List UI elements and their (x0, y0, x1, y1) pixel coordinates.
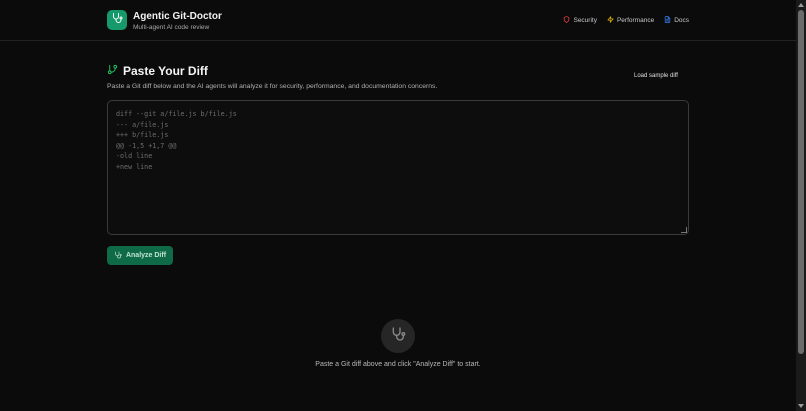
section-title: Paste Your Diff (107, 64, 208, 78)
scrollbar-thumb[interactable] (798, 10, 804, 354)
file-text-icon (664, 16, 671, 25)
nav-item-label: Security (573, 17, 597, 24)
empty-state-icon-container (381, 319, 415, 353)
scroll-up-arrow-icon[interactable] (798, 3, 804, 7)
empty-state-message: Paste a Git diff above and click "Analyz… (315, 361, 481, 368)
header-nav: Security Performance Docs (563, 16, 689, 25)
app-page: Agentic Git-Doctor Multi-agent AI code r… (0, 0, 796, 411)
shield-icon (563, 16, 570, 25)
load-sample-diff-button[interactable]: Load sample diff (634, 73, 678, 79)
section-title-text: Paste Your Diff (123, 64, 208, 78)
zap-icon (607, 16, 614, 25)
app-logo (107, 10, 127, 30)
git-branch-icon (107, 64, 118, 78)
app-subtitle: Multi-agent AI code review (133, 24, 210, 31)
analyze-diff-button[interactable]: Analyze Diff (107, 246, 173, 265)
diff-placeholder: diff --git a/file.js b/file.js --- a/fil… (116, 110, 237, 171)
nav-item-label: Docs (674, 17, 689, 24)
app-title: Agentic Git-Doctor (133, 11, 222, 22)
nav-item-performance[interactable]: Performance (607, 16, 654, 25)
nav-item-security[interactable]: Security (563, 16, 597, 25)
vertical-scrollbar[interactable] (796, 0, 806, 411)
analyze-diff-label: Analyze Diff (125, 252, 167, 259)
nav-item-label: Performance (616, 17, 655, 24)
stethoscope-icon (114, 251, 122, 261)
stethoscope-icon (111, 11, 123, 29)
app-header: Agentic Git-Doctor Multi-agent AI code r… (0, 0, 796, 41)
diff-input[interactable]: diff --git a/file.js b/file.js --- a/fil… (107, 100, 689, 235)
stethoscope-icon (390, 326, 406, 347)
scroll-down-arrow-icon[interactable] (798, 404, 804, 408)
section-description: Paste a Git diff below and the AI agents… (107, 83, 438, 90)
nav-item-docs[interactable]: Docs (664, 16, 689, 25)
resize-handle[interactable] (681, 227, 687, 233)
